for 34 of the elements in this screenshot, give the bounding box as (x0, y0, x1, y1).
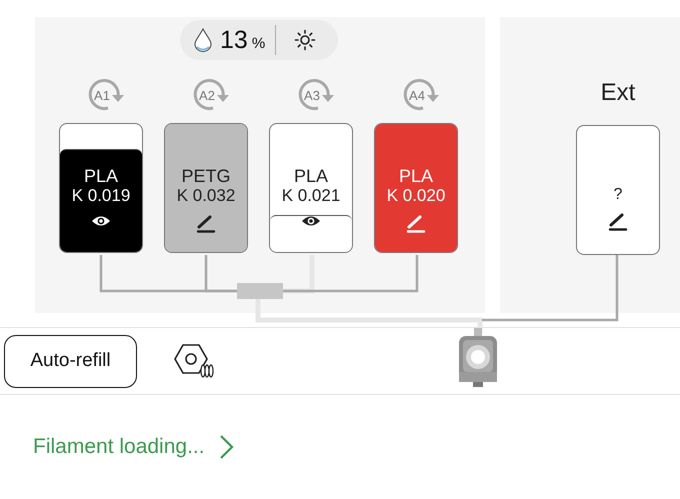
humidity-value: 13 (220, 26, 248, 54)
slot-label-button[interactable]: A3 (296, 78, 336, 112)
slot-label-button[interactable]: A2 (191, 78, 231, 112)
filament-spool[interactable]: PLA K 0.019 (59, 123, 143, 253)
k-value: K 0.032 (176, 186, 236, 206)
auto-refill-button[interactable]: Auto-refill (4, 334, 137, 388)
external-spool[interactable]: ? (576, 125, 660, 255)
chevron-right-icon[interactable] (218, 434, 235, 460)
rotate-arrow-icon (191, 78, 231, 112)
slot-label-button[interactable]: A1 (86, 78, 126, 112)
droplet-icon (194, 28, 212, 52)
material-label: PETG (181, 166, 230, 186)
pencil-icon[interactable] (196, 215, 216, 233)
material-label: PLA (398, 166, 434, 186)
filament-spool[interactable]: PLA K 0.021 (269, 123, 353, 253)
eye-icon[interactable] (301, 215, 321, 227)
external-title: Ext (600, 79, 636, 107)
rotate-arrow-icon (296, 78, 336, 112)
humidity-unit: % (252, 34, 266, 52)
rotate-arrow-icon (86, 78, 126, 112)
k-value: K 0.020 (386, 186, 446, 206)
filament-spool[interactable]: PLA K 0.020 (374, 123, 458, 253)
unknown-material: ? (614, 186, 622, 204)
k-value: K 0.021 (282, 186, 340, 206)
filament-spool[interactable]: PETG K 0.032 (164, 123, 248, 253)
eye-icon[interactable] (91, 215, 111, 227)
material-label: PLA (294, 166, 328, 186)
k-value: K 0.019 (72, 186, 130, 206)
material-label: PLA (84, 166, 118, 186)
slot-label-button[interactable]: A4 (401, 78, 441, 112)
sun-icon[interactable] (294, 29, 316, 51)
pencil-icon[interactable] (608, 213, 628, 231)
rotate-arrow-icon (401, 78, 441, 112)
filament-loading-link[interactable]: Filament loading... (33, 435, 205, 459)
